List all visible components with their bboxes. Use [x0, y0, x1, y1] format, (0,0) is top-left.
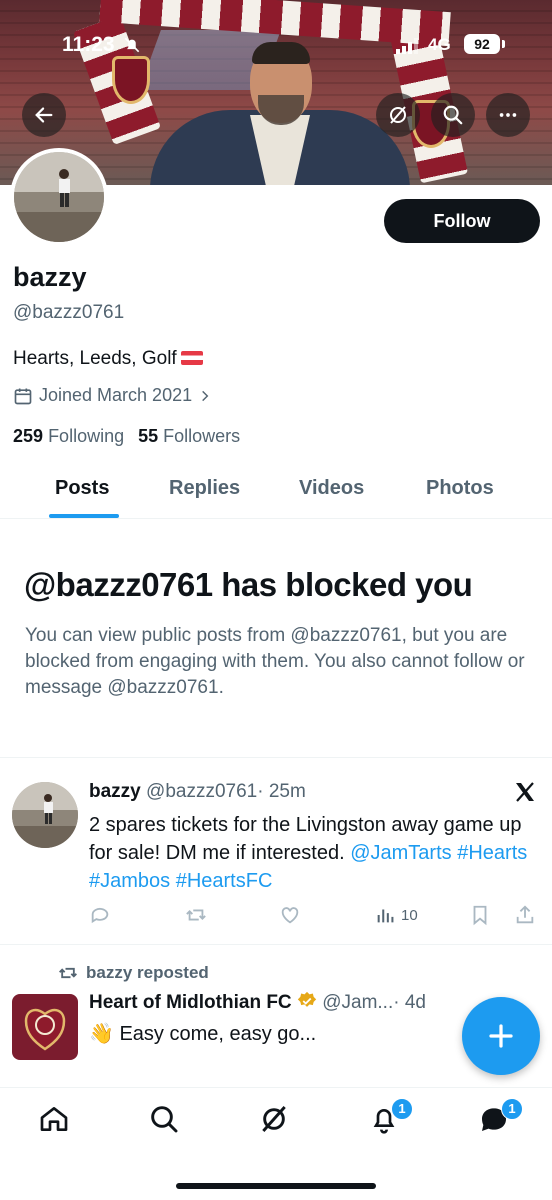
repost-handle: @Jam... [322, 992, 394, 1013]
repost-small-icon [59, 967, 77, 979]
battery-indicator: 92 [464, 34, 505, 54]
repost-text: Easy come, easy go... [119, 1023, 317, 1045]
search-button[interactable] [431, 93, 475, 137]
views-count: 10 [401, 906, 418, 924]
reply-icon [91, 907, 109, 924]
post-time: · 25m [257, 781, 306, 802]
wave-emoji: 👋 [89, 1023, 114, 1045]
tab-videos[interactable]: Videos [299, 477, 364, 500]
tabs-divider [0, 518, 552, 519]
more-button[interactable] [486, 93, 530, 137]
more-dots-icon [499, 113, 517, 117]
joined-text: Joined March 2021 [39, 385, 193, 405]
verified-gold-icon [297, 991, 317, 1007]
back-arrow-icon [35, 107, 53, 123]
like-button[interactable] [279, 904, 301, 926]
avatar-photo [14, 152, 104, 242]
post-handle: @bazzz0761 [146, 781, 258, 802]
followers-count: 55 [138, 426, 159, 446]
post-author[interactable]: bazzy [89, 781, 141, 802]
share-button[interactable] [514, 904, 536, 926]
home-indicator[interactable] [176, 1183, 376, 1189]
bookmark-icon [473, 905, 487, 926]
crest-left [112, 56, 150, 104]
bookmark-button[interactable] [469, 904, 491, 926]
explore-search-icon[interactable] [148, 1103, 180, 1135]
signal-icon [396, 38, 418, 54]
tab-posts[interactable]: Posts [55, 477, 109, 500]
banner-hair [252, 42, 310, 64]
chevron-right-icon [202, 390, 209, 401]
bell-off-icon [124, 37, 140, 53]
following-count: 259 [13, 426, 44, 446]
notifications-badge: 1 [391, 1098, 413, 1120]
grok-button[interactable] [376, 93, 420, 137]
post-actions: 10 [89, 904, 539, 928]
profile-name: bazzy [13, 262, 87, 292]
back-button[interactable] [22, 93, 66, 137]
post-body[interactable]: 2 spares tickets for the Livingston away… [89, 811, 541, 895]
search-icon [443, 105, 463, 125]
blocked-message: You can view public posts from @bazzz076… [25, 625, 525, 698]
compose-button[interactable] [462, 997, 540, 1075]
views-button[interactable]: 10 [375, 904, 418, 926]
tab-replies[interactable]: Replies [169, 477, 240, 500]
calendar-icon [14, 388, 32, 404]
repost-label: bazzy reposted [86, 963, 209, 982]
repost-time: · 4d [393, 992, 426, 1013]
share-icon [516, 905, 534, 924]
plus-icon [489, 1024, 513, 1048]
post-avatar[interactable] [12, 782, 78, 848]
post-mention[interactable]: @JamTarts [350, 842, 451, 864]
network-type: 4G [428, 35, 451, 54]
repost-context: bazzy reposted [58, 963, 209, 983]
status-time: 11:23 [62, 33, 115, 56]
repost-body[interactable]: 👋 Easy come, easy go... [89, 1021, 316, 1046]
following-label: Following [48, 426, 125, 446]
followers-label: Followers [163, 426, 241, 446]
profile-avatar[interactable] [10, 148, 108, 246]
profile-handle: @bazzz0761 [13, 302, 125, 323]
post-divider [0, 944, 552, 945]
tab-photos[interactable]: Photos [426, 477, 494, 500]
grok-nav-icon[interactable] [258, 1103, 290, 1135]
following-link[interactable]: 259 Following [13, 426, 124, 447]
grok-icon [390, 106, 406, 124]
followers-link[interactable]: 55 Followers [138, 426, 240, 447]
bio-text: Hearts, Leeds, Golf [13, 348, 177, 369]
profile-bio: Hearts, Leeds, Golf [13, 348, 203, 370]
heart-icon [281, 907, 299, 924]
post-header: bazzy @bazzz0761· 25m [89, 781, 306, 803]
latvia-flag-icon [180, 351, 203, 365]
repost-icon [186, 909, 206, 921]
hearts-avatar[interactable] [12, 994, 78, 1060]
blocked-title: @bazzz0761 has blocked you [24, 566, 473, 603]
reply-button[interactable] [89, 904, 111, 926]
home-icon[interactable] [38, 1103, 70, 1135]
post-avatar-photo [12, 782, 78, 848]
repost-author[interactable]: Heart of Midlothian FC [89, 992, 292, 1013]
hearts-crest-icon [24, 1008, 66, 1051]
follow-button[interactable]: Follow [384, 199, 540, 243]
blocked-divider [0, 757, 552, 758]
views-chart-icon [377, 909, 394, 923]
repost-button[interactable] [185, 904, 207, 926]
repost-header: Heart of Midlothian FC @Jam...· 4d [89, 991, 426, 1014]
joined-date[interactable]: Joined March 2021 [13, 385, 212, 406]
messages-badge: 1 [501, 1098, 523, 1120]
x-logo-icon [516, 782, 534, 802]
follow-counts: 259 Following 55 Followers [13, 426, 240, 447]
